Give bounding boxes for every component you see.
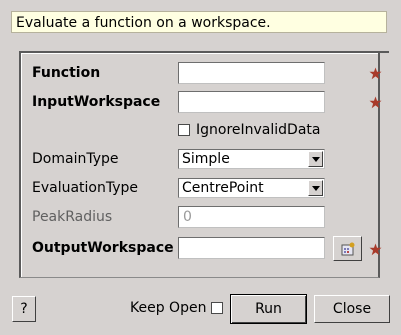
dropdown-button[interactable] [308, 180, 323, 196]
workspace-browse-button[interactable] [333, 236, 362, 261]
evaluation-type-label: EvaluationType [32, 180, 139, 196]
panel-edge [380, 51, 389, 53]
domain-type-label: DomainType [32, 151, 119, 167]
evaluation-type-value: CentrePoint [182, 180, 264, 196]
peak-radius-label: PeakRadius [32, 209, 113, 225]
algorithm-description: Evaluate a function on a workspace. [11, 11, 387, 33]
required-star-icon [369, 96, 382, 109]
input-workspace-label: InputWorkspace [32, 94, 161, 110]
keep-open-label: Keep Open [130, 300, 207, 316]
ignore-invalid-data-checkbox[interactable] [178, 124, 190, 136]
input-workspace-input[interactable] [178, 91, 325, 113]
evaluation-type-select[interactable]: CentrePoint [178, 178, 325, 198]
required-star-icon [369, 243, 382, 256]
output-workspace-label: OutputWorkspace [32, 240, 174, 256]
domain-type-value: Simple [182, 151, 230, 167]
function-label: Function [32, 65, 101, 81]
close-button[interactable]: Close [314, 295, 390, 323]
domain-type-select[interactable]: Simple [178, 149, 325, 169]
help-button[interactable]: ? [12, 296, 36, 322]
workspace-browse-icon [341, 242, 355, 256]
dropdown-button[interactable] [308, 151, 323, 167]
run-button[interactable]: Run [230, 294, 307, 324]
required-star-icon [369, 67, 382, 80]
keep-open-checkbox[interactable] [211, 302, 223, 314]
peak-radius-input [178, 206, 325, 228]
output-workspace-input[interactable] [178, 237, 325, 259]
ignore-invalid-data-label: IgnoreInvalidData [196, 122, 321, 138]
chevron-down-icon [312, 157, 320, 162]
function-input[interactable] [178, 62, 325, 84]
chevron-down-icon [312, 186, 320, 191]
